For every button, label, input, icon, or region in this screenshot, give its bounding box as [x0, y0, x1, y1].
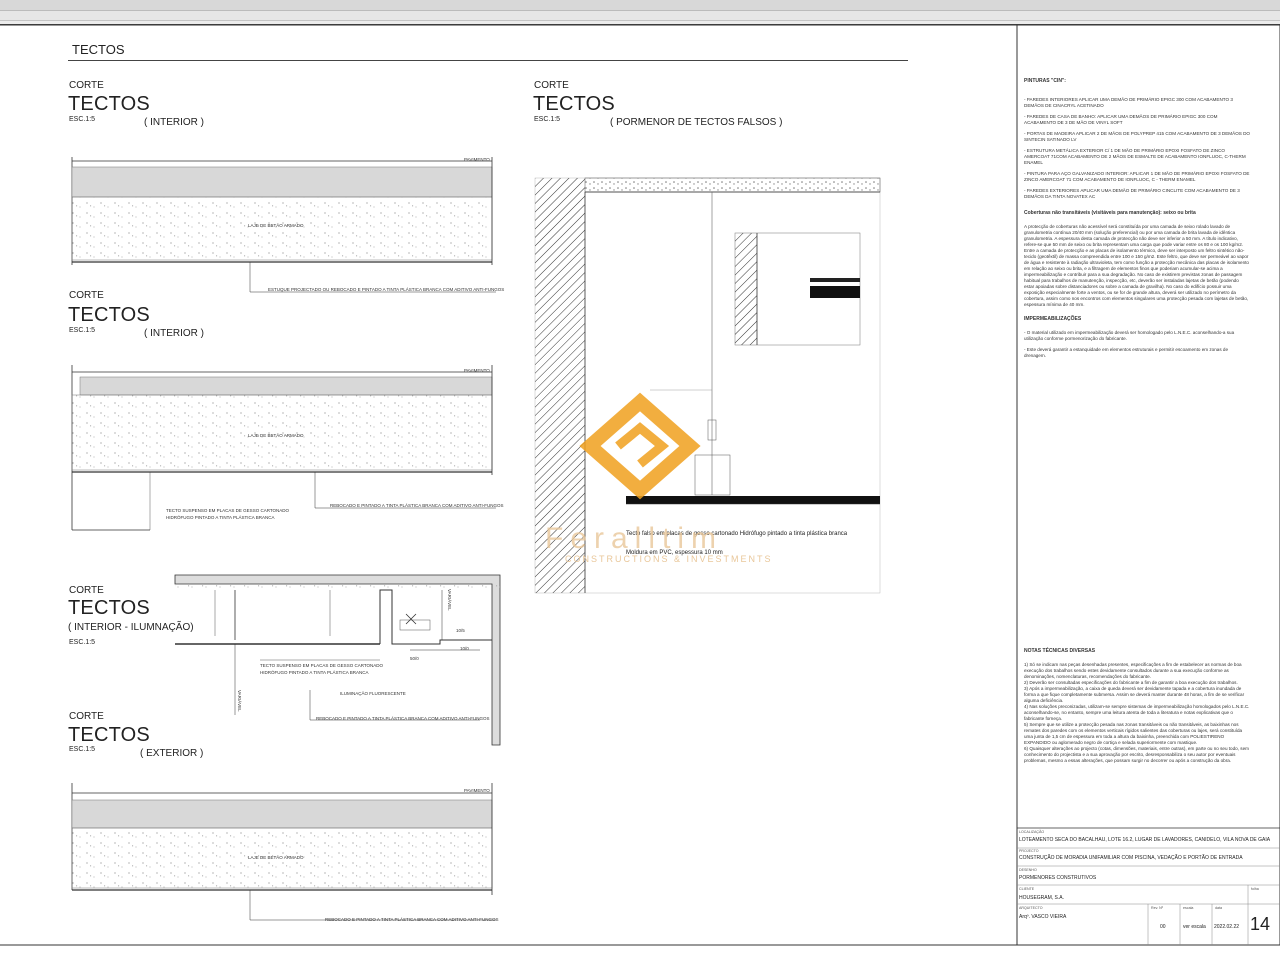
section1-scale: ESC.1:5 [69, 116, 96, 123]
pavimento-label-2: PAVIMENTO [464, 368, 490, 373]
tecnicas-item: 6) Quaisquer alterações ao projecto (cot… [1024, 746, 1249, 763]
estuque-label: ESTUQUE PROJECTADO OU REBOCADO E PINTADO… [268, 287, 505, 292]
pinturas-item: - PAREDES EXTERIORES APLICAR UMA DEMÃO D… [1024, 188, 1240, 199]
tecto-susp-label-b1: TECTO SUSPENSO EM PLACAS DE GESSO CARTON… [260, 663, 384, 668]
tb-arch-label: ARQUITECTO [1019, 906, 1043, 910]
section3-label: CORTE [69, 585, 104, 596]
impermeab-item: - O material utilizado em impermeabiliza… [1024, 330, 1235, 341]
tb-sheet-label: folha [1251, 887, 1259, 891]
pavimento-label-1: PAVIMENTO [464, 157, 490, 162]
section3-scale: ESC.1:5 [69, 639, 96, 646]
tecnicas-item: 3) Após a impermeabilização, a caixa de … [1024, 686, 1245, 703]
section1-subtitle: ( INTERIOR ) [144, 117, 204, 128]
dim-label-3: 10/0 [460, 646, 469, 651]
tb-project: CONSTRUÇÃO DE MORADIA UNIFAMILIAR COM PI… [1019, 855, 1243, 861]
section3-subtitle: ( INTERIOR - ILUMNAÇÃO) [68, 622, 194, 633]
tb-drawing: PORMENORES CONSTRUTIVOS [1019, 875, 1097, 881]
watermark-logo [579, 392, 701, 500]
tb-rev: 00 [1160, 924, 1166, 930]
watermark-tagline: CONSTRUCTIONS & INVESTMENTS [565, 554, 773, 564]
section1-title: TECTOS [68, 93, 150, 115]
tecto-susp-label-a2: HIDRÓFUGO PINTADO A TINTA PLÁSTICA BRANC… [166, 515, 275, 520]
dim-label-2: 10/5 [456, 628, 465, 633]
pinturas-item: - PORTAS DE MADEIRA APLICAR 2 DE MÃOS DE… [1024, 131, 1251, 142]
section2-subtitle: ( INTERIOR ) [144, 328, 204, 339]
tecnicas-title: NOTAS TÉCNICAS DIVERSAS [1024, 648, 1096, 654]
tb-sheet-number: 14 [1250, 914, 1271, 934]
tb-scale-label: escala [1183, 906, 1194, 910]
pinturas-title: PINTURAS "CIN": [1024, 78, 1066, 84]
tb-client: HOUSEGRAM, S.A. [1019, 895, 1065, 901]
section2-scale: ESC.1:5 [69, 327, 96, 334]
coberturas-text: A protecção de coberturas não acessível … [1024, 224, 1249, 307]
iluminacao-label: ILUMINAÇÃO FLUORESCENTE [340, 691, 406, 696]
watermark-name: Feralltim [545, 522, 724, 555]
detail-subtitle: ( PORMENOR DE TECTOS FALSOS ) [610, 117, 783, 128]
detail-label: CORTE [534, 80, 569, 91]
tb-location-label: LOCALIZAÇÃO [1019, 830, 1045, 834]
laje-label-2: LAJE DE BETÃO ARMADO [248, 433, 304, 438]
section4-title: TECTOS [68, 724, 150, 746]
variavel-label-1: VARIÁVEL [447, 589, 452, 611]
impermeab-item: - Este deverá garantir a estanquidade em… [1024, 347, 1229, 358]
detail-title: TECTOS [533, 93, 615, 115]
pinturas-item: - PINTURA PARA AÇO GALVANIZADO INTERIOR:… [1024, 171, 1250, 182]
section4-label: CORTE [69, 711, 104, 722]
pavimento-label-3: PAVIMENTO [464, 788, 490, 793]
laje-label-1: LAJE DE BETÃO ARMADO [248, 223, 304, 228]
tb-location: LOTEAMENTO SECA DO BACALHAU, LOTE 16.2, … [1019, 837, 1271, 843]
notes-pinturas: PINTURAS "CIN": - PAREDES INTERIORES APL… [1024, 78, 1250, 359]
coberturas-title: Coberturas não transitáveis (visitáveis … [1024, 210, 1196, 216]
sheet-title-rule [68, 60, 908, 61]
tb-rev-label: Rev. Nº [1151, 906, 1164, 910]
section3-title: TECTOS [68, 597, 150, 619]
laje-label-3: LAJE DE BETÃO ARMADO [248, 855, 304, 860]
tecnicas-item: 4) Nas soluções preconizadas, utilizam-s… [1024, 704, 1250, 721]
pinturas-item: - ESTRUTURA METÁLICA EXTERIOR C/ 1 DE MÃ… [1024, 148, 1246, 165]
rebocado-label-1: REBOCADO E PINTADO A TINTA PLÁSTICA BRAN… [330, 503, 504, 508]
sheet-title: TECTOS [72, 42, 125, 57]
section4-subtitle: ( EXTERIOR ) [140, 748, 204, 759]
section4-slab [71, 783, 496, 921]
titleblock-lines [1017, 827, 1280, 945]
variavel-label-2: VARIÁVEL [237, 690, 242, 712]
pinturas-item: - PAREDES INTERIORES APLICAR UMA DEMÃO D… [1024, 97, 1233, 108]
detail-scale: ESC.1:5 [534, 116, 561, 123]
tb-project-label: PROJECTO [1019, 849, 1039, 853]
tecto-susp-label-a1: TECTO SUSPENSO EM PLACAS DE GESSO CARTON… [166, 508, 290, 513]
tecnicas-item: 1) Só se indicam nas peças desenhadas pr… [1024, 662, 1242, 679]
tb-drawing-label: DESENHO [1019, 868, 1037, 872]
section2-title: TECTOS [68, 304, 150, 326]
section1-label: CORTE [69, 80, 104, 91]
tb-date-label: data [1215, 906, 1222, 910]
dim-label-1: 50/0 [410, 656, 419, 661]
section2-label: CORTE [69, 290, 104, 301]
pinturas-item: - PAREDES DE CASA DE BANHO: APLICAR UMA … [1024, 114, 1218, 125]
tb-client-label: CLIENTE [1019, 887, 1035, 891]
tb-scale: ver escala [1183, 924, 1206, 930]
tecto-susp-label-b2: HIDRÓFUGO PINTADO A TINTA PLÁSTICA BRANC… [260, 670, 369, 675]
tecnicas-item: 5) Sempre que se utilize a protecção pes… [1024, 722, 1243, 745]
rebocado-label-3: REBOCADO E PINTADO A TINTA PLÁSTICA BRAN… [325, 917, 499, 922]
section4-scale: ESC.1:5 [69, 746, 96, 753]
rebocado-label-2: REBOCADO E PINTADO A TINTA PLÁSTICA BRAN… [316, 716, 490, 721]
tb-date: 2022.02.22 [1214, 924, 1240, 930]
tb-arch: Arqº. VASCO VIEIRA [1019, 914, 1067, 920]
notes-tecnicas: NOTAS TÉCNICAS DIVERSAS 1) Só se indicam… [1024, 648, 1250, 764]
impermeab-title: IMPERMEABILIZAÇÕES [1024, 316, 1082, 322]
